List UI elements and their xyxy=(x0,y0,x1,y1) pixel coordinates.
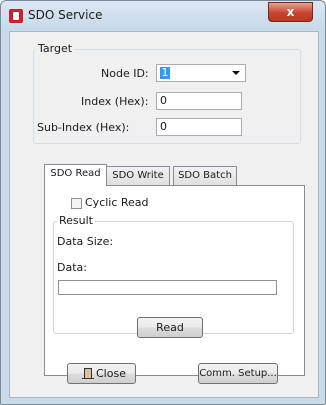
dialog-client-area: Target Node ID: 1 Index (Hex): 0 Sub-Ind… xyxy=(9,31,319,398)
target-legend: Target xyxy=(36,42,75,55)
title-bar[interactable]: SDO Service x xyxy=(1,1,325,31)
subindex-input[interactable]: 0 xyxy=(156,118,242,136)
subindex-label: Sub-Index (Hex): xyxy=(37,121,130,134)
tab-sdo-read[interactable]: SDO Read xyxy=(44,164,107,186)
data-label: Data: xyxy=(57,261,87,274)
window-title: SDO Service xyxy=(28,8,103,22)
node-id-label: Node ID: xyxy=(101,67,149,80)
sdo-read-panel: Cyclic Read Result Data Size: Data: Read xyxy=(44,185,305,376)
app-icon xyxy=(9,9,23,23)
data-size-label: Data Size: xyxy=(57,235,114,248)
close-button[interactable]: Close xyxy=(67,363,136,384)
cyclic-read-checkbox[interactable] xyxy=(71,198,82,209)
chevron-down-icon[interactable] xyxy=(232,71,240,75)
node-id-combo[interactable]: 1 xyxy=(156,64,246,82)
node-id-value: 1 xyxy=(160,66,170,79)
door-exit-icon xyxy=(82,368,94,379)
cyclic-read-label[interactable]: Cyclic Read xyxy=(85,196,149,209)
result-legend: Result xyxy=(57,214,95,227)
tab-sdo-write[interactable]: SDO Write xyxy=(106,166,170,185)
close-button-label: Close xyxy=(96,367,126,380)
index-label: Index (Hex): xyxy=(81,95,149,108)
index-input[interactable]: 0 xyxy=(156,92,242,110)
read-button[interactable]: Read xyxy=(137,317,203,338)
sdo-service-window: SDO Service x Target Node ID: 1 Index (H… xyxy=(0,0,326,405)
comm-setup-button[interactable]: Comm. Setup... xyxy=(198,363,278,384)
tab-sdo-batch[interactable]: SDO Batch xyxy=(173,166,237,185)
data-output-field[interactable] xyxy=(58,280,277,295)
window-close-button[interactable]: x xyxy=(268,2,313,22)
